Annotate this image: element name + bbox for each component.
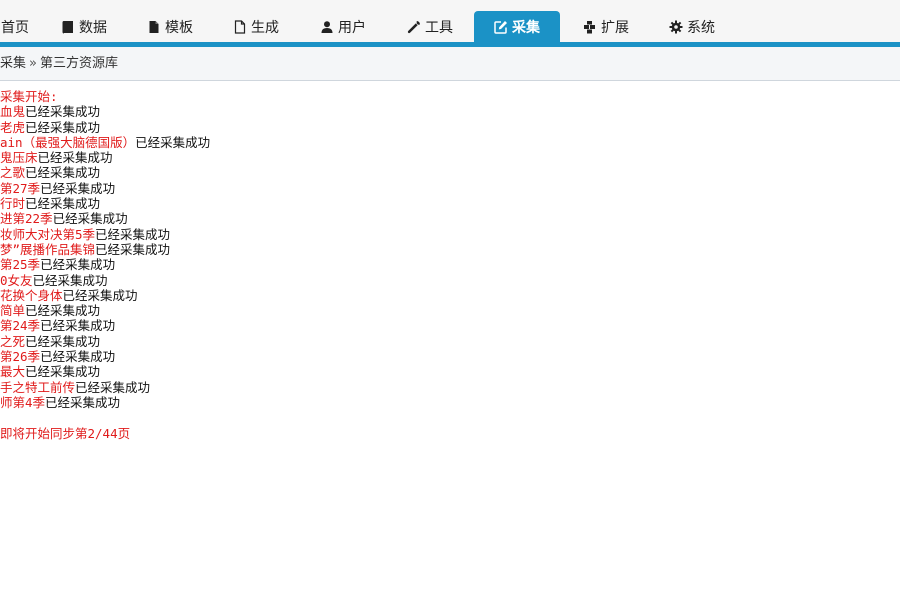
- tab-template[interactable]: 模板: [132, 11, 208, 42]
- log-entry-title: 老虎: [0, 119, 26, 135]
- log-entry-status: 已经采集成功: [40, 257, 116, 273]
- log-entry-title: ain（最强大脑德国版）: [0, 134, 136, 150]
- log-entry-title: 梦”展播作品集锦: [0, 241, 96, 257]
- tab-generate[interactable]: 生成: [218, 11, 294, 42]
- user-icon: [321, 20, 333, 33]
- log-entry-title: 第27季: [0, 180, 41, 196]
- log-header: 采集开始:: [0, 89, 58, 104]
- log-entry-status: 已经采集成功: [25, 333, 101, 349]
- log-entry: 鬼压床已经采集成功: [0, 150, 900, 165]
- log-entry-title: 妆师大对决第5季: [0, 226, 96, 242]
- log-entry: 第25季已经采集成功: [0, 257, 900, 272]
- tab-generate-label: 生成: [251, 19, 279, 36]
- tab-extend-label: 扩展: [601, 19, 629, 36]
- file-outline-icon: [234, 19, 246, 34]
- log-entry-status: 已经采集成功: [95, 226, 171, 242]
- book-icon: [62, 20, 73, 33]
- tab-template-label: 模板: [165, 19, 193, 36]
- log-entry-status: 已经采集成功: [40, 349, 116, 365]
- log-entry: 老虎已经采集成功: [0, 120, 900, 135]
- log-entry-title: 花换个身体: [0, 287, 63, 303]
- log-entry: 第26季已经采集成功: [0, 349, 900, 364]
- breadcrumb: 采集» 第三方资源库: [0, 47, 900, 81]
- log-entry-status: 已经采集成功: [45, 394, 121, 410]
- tab-home-label: 首页: [1, 19, 29, 36]
- log-entry-title: 手之特工前传: [0, 379, 76, 395]
- log-entry-status: 已经采集成功: [25, 165, 101, 181]
- tab-user[interactable]: 用户: [305, 11, 381, 42]
- log-entry-title: 之歌: [0, 165, 26, 181]
- log-entry-title: 行时: [0, 196, 26, 212]
- log-entry-status: 已经采集成功: [75, 379, 151, 395]
- top-navigation: 首页 数据 模板 生成 用户 工具 采集 扩展 系统: [0, 0, 900, 47]
- log-entry: 第27季已经采集成功: [0, 181, 900, 196]
- tab-tools-label: 工具: [425, 19, 453, 36]
- log-entry: 第24季已经采集成功: [0, 318, 900, 333]
- wrench-icon: [407, 20, 420, 33]
- tab-collect-label: 采集: [512, 19, 540, 36]
- log-entry-title: 进第22季: [0, 211, 53, 227]
- breadcrumb-item-third-party: 第三方资源库: [39, 56, 118, 71]
- log-entry: 花换个身体已经采集成功: [0, 288, 900, 303]
- log-entry: 血鬼已经采集成功: [0, 104, 900, 119]
- puzzle-icon: [584, 20, 595, 33]
- log-entry: 梦”展播作品集锦已经采集成功: [0, 242, 900, 257]
- log-entry: 手之特工前传已经采集成功: [0, 380, 900, 395]
- log-spacer: [0, 410, 900, 425]
- breadcrumb-item-collect[interactable]: 采集: [0, 56, 26, 71]
- log-entry: 进第22季已经采集成功: [0, 211, 900, 226]
- log-footer: 即将开始同步第2/44页: [0, 425, 131, 441]
- log-entry: 师第4季已经采集成功: [0, 395, 900, 410]
- tab-collect[interactable]: 采集: [474, 11, 560, 42]
- log-entry: 最大已经采集成功: [0, 364, 900, 379]
- log-entry-status: 已经采集成功: [37, 150, 113, 166]
- log-entry-status: 已经采集成功: [25, 196, 101, 212]
- tab-user-label: 用户: [338, 19, 366, 36]
- tab-system[interactable]: 系统: [654, 11, 730, 42]
- log-entry-title: 0女友: [0, 272, 33, 288]
- gear-icon: [669, 20, 683, 33]
- log-entry-status: 已经采集成功: [25, 364, 101, 380]
- tab-extend[interactable]: 扩展: [568, 11, 644, 42]
- log-entries: 血鬼已经采集成功 老虎已经采集成功 ain（最强大脑德国版）已经采集成功 鬼压床已经采…: [0, 104, 900, 410]
- collection-log: 采集开始: 血鬼已经采集成功 老虎已经采集成功 ain（最强大脑德国版）已经采集成功…: [0, 89, 900, 441]
- log-entry: 行时已经采集成功: [0, 196, 900, 211]
- log-entry-title: 简单: [0, 303, 26, 319]
- log-entry-title: 鬼压床: [0, 150, 38, 166]
- log-entry: 简单已经采集成功: [0, 303, 900, 318]
- log-entry-title: 第24季: [0, 318, 41, 334]
- log-entry-title: 师第4季: [0, 394, 46, 410]
- tab-home[interactable]: 首页: [0, 11, 46, 42]
- file-icon: [149, 20, 159, 33]
- log-entry-title: 第25季: [0, 257, 41, 273]
- log-entry-status: 已经采集成功: [25, 303, 101, 319]
- log-entry: 妆师大对决第5季已经采集成功: [0, 227, 900, 242]
- log-entry-status: 已经采集成功: [95, 241, 171, 257]
- log-entry-status: 已经采集成功: [40, 318, 116, 334]
- log-entry-status: 已经采集成功: [135, 134, 211, 150]
- tab-data[interactable]: 数据: [46, 11, 122, 42]
- log-entry: 之死已经采集成功: [0, 334, 900, 349]
- breadcrumb-separator: »: [29, 56, 37, 71]
- log-entry-status: 已经采集成功: [40, 180, 116, 196]
- log-entry-status: 已经采集成功: [25, 119, 101, 135]
- edit-icon: [494, 20, 507, 34]
- log-entry-title: 之死: [0, 333, 26, 349]
- log-entry-status: 已经采集成功: [25, 104, 101, 120]
- log-entry: 之歌已经采集成功: [0, 165, 900, 180]
- tab-tools[interactable]: 工具: [392, 11, 468, 42]
- log-entry-status: 已经采集成功: [62, 287, 138, 303]
- log-entry-title: 最大: [0, 364, 26, 380]
- log-entry: ain（最强大脑德国版）已经采集成功: [0, 135, 900, 150]
- tab-system-label: 系统: [687, 19, 715, 36]
- tab-data-label: 数据: [79, 19, 107, 36]
- log-entry-title: 血鬼: [0, 104, 26, 120]
- log-entry-title: 第26季: [0, 349, 41, 365]
- log-entry-status: 已经采集成功: [52, 211, 128, 227]
- log-entry: 0女友已经采集成功: [0, 273, 900, 288]
- log-entry-status: 已经采集成功: [32, 272, 108, 288]
